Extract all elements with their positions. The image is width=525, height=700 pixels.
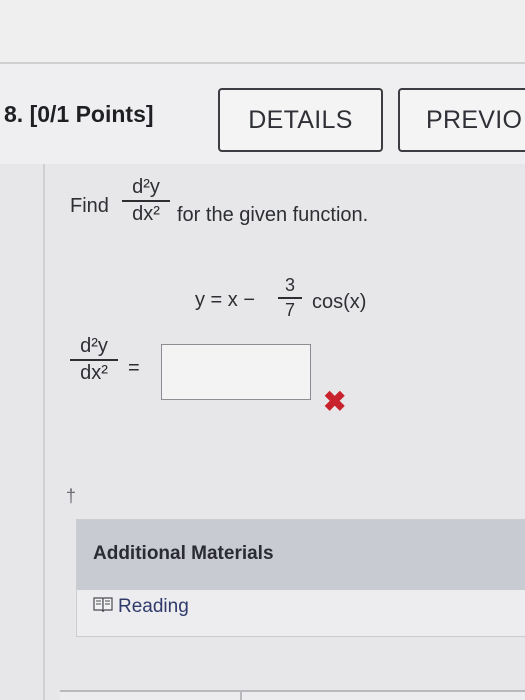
prompt-after-text: for the given function.	[177, 204, 369, 226]
function-fraction: 3 7	[278, 275, 302, 321]
page: 8. [0/1 Points] DETAILS PREVIO Find d²y …	[0, 0, 525, 700]
function-fraction-numerator: 3	[284, 275, 295, 295]
book-icon	[93, 596, 113, 618]
fraction-bar	[70, 359, 118, 361]
prompt-derivative-denominator: dx²	[132, 203, 160, 225]
additional-materials-header: Additional Materials	[77, 520, 525, 590]
function-right: cos(x)	[312, 291, 367, 313]
additional-materials-title: Additional Materials	[93, 543, 274, 564]
details-button[interactable]: DETAILS	[218, 88, 383, 152]
prompt-line: Find d²y dx² for the given function.	[70, 176, 510, 246]
prompt-derivative-fraction: d²y dx²	[122, 176, 170, 226]
function-fraction-denominator: 7	[284, 300, 295, 320]
x-mark-icon: ✖	[323, 386, 347, 417]
previous-button-label: PREVIO	[426, 105, 523, 134]
bottom-tab-divider	[240, 690, 242, 700]
question-title: 8. [0/1 Points]	[4, 101, 154, 127]
fraction-bar	[278, 297, 302, 299]
previous-button[interactable]: PREVIO	[398, 88, 525, 152]
equals-sign: =	[128, 357, 140, 379]
reading-link-label: Reading	[118, 596, 189, 617]
bottom-tab-strip	[60, 690, 525, 700]
additional-materials-panel: Additional Materials Reading	[76, 519, 525, 637]
top-strip	[0, 0, 525, 62]
fraction-bar	[122, 200, 170, 202]
function-left: y = x −	[195, 289, 256, 311]
reading-link[interactable]: Reading	[93, 596, 189, 618]
details-button-label: DETAILS	[248, 105, 353, 134]
prompt-derivative-numerator: d²y	[132, 176, 160, 198]
answer-input[interactable]	[161, 344, 311, 400]
answer-label-numerator: d²y	[80, 335, 108, 357]
content-left-rule	[43, 164, 45, 700]
answer-label-fraction: d²y dx²	[70, 335, 118, 385]
note-marker: †	[66, 486, 77, 506]
prompt-find-word: Find	[70, 195, 109, 217]
answer-label-denominator: dx²	[80, 362, 108, 384]
function-equation: y = x − 3 7 cos(x)	[195, 275, 455, 335]
